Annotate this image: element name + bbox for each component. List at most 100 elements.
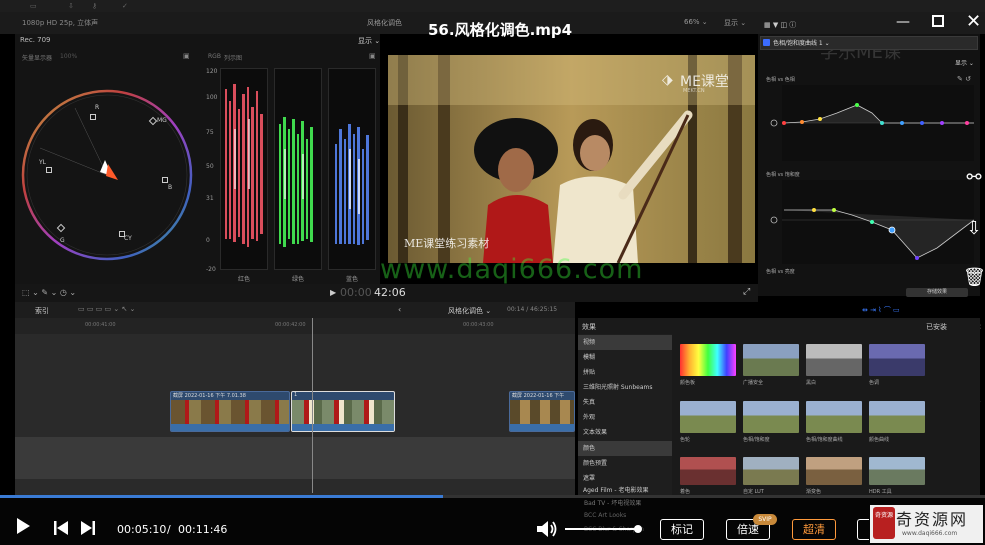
ruler-timecode: 00:00:43:00 [463, 322, 494, 328]
volume-icon[interactable] [537, 520, 557, 538]
project-name[interactable]: 风格化调色 ⌄ [448, 306, 491, 316]
eyedropper-icon[interactable]: ✎ ↺ [957, 75, 971, 83]
effect-thumb[interactable] [806, 457, 862, 485]
channel-label: 红色 [238, 276, 251, 283]
target-b: B [168, 184, 173, 191]
maximize-icon[interactable] [932, 15, 944, 27]
rgb-parade-label: RGB [208, 53, 221, 60]
quality-button[interactable]: 超清 [792, 519, 836, 540]
ruler-timecode: 00:00:41:00 [85, 322, 116, 328]
effect-thumb[interactable] [680, 401, 736, 433]
key-icon[interactable]: ⚷ [92, 2, 106, 10]
effect-thumb[interactable] [680, 344, 736, 376]
target-box-yl [46, 167, 52, 173]
effect-category[interactable]: 文本效果 [578, 425, 672, 440]
clip-thumbnails [171, 400, 289, 424]
logo-url: www.daqi666.com [902, 530, 958, 537]
inspector-tab-icons[interactable]: ▦ ▼ ◫ ⓘ [764, 20, 796, 30]
minimize-icon[interactable]: — [896, 14, 910, 30]
timeline-tool-icons[interactable]: ▭ ▭ ▭ ▭ ⌄ ↖ ⌄ [78, 305, 135, 313]
brand-logo-icon: ⬗ [662, 72, 673, 88]
axis-tick: 50 [206, 163, 214, 170]
effect-category[interactable]: 视频 [578, 335, 672, 350]
clip-audio [292, 424, 394, 431]
effect-category[interactable]: 颜色预置 [578, 456, 672, 471]
zoom-dropdown[interactable]: 66% ⌄ [684, 18, 708, 26]
effect-thumb[interactable] [806, 344, 862, 376]
waveform-red [220, 68, 268, 270]
player-controls [0, 498, 985, 545]
video-title: 56.风格化调色.mp4 [428, 21, 573, 39]
brand-subtitle: MEKT.CN [683, 88, 705, 94]
hue-vs-hue-curve[interactable] [762, 85, 977, 161]
library-icon[interactable]: ▭ [30, 2, 44, 10]
effect-category[interactable]: 失真 [578, 395, 672, 410]
effect-category[interactable]: 外观 [578, 410, 672, 425]
timeline-right-icons[interactable]: ⇹ ⇥ ⌇ ⌒ ▭ [862, 305, 900, 315]
effect-thumb[interactable] [680, 457, 736, 485]
scope-settings-icon[interactable]: ▣ [183, 52, 190, 60]
effect-thumb[interactable] [743, 344, 799, 376]
playhead[interactable] [312, 318, 313, 493]
clip-audio [171, 424, 289, 431]
volume-knob[interactable] [634, 525, 642, 533]
play-icon[interactable] [17, 518, 30, 534]
effect-thumb[interactable] [743, 401, 799, 433]
timeline-back-icon[interactable]: ‹ [398, 305, 401, 314]
share-icon[interactable]: ⚯ [963, 167, 985, 189]
effect-name: 渐变色 [806, 489, 822, 495]
effect-title[interactable]: 色相/饱和度曲线 1 ⌄ [773, 38, 830, 47]
close-icon[interactable]: ✕ [966, 11, 981, 32]
effect-name: 颜色曲线 [869, 437, 890, 443]
effect-name: 广播安全 [743, 380, 764, 386]
effect-category[interactable]: Bad TV - 坏电视效果 [584, 498, 641, 507]
effect-thumb[interactable] [743, 457, 799, 485]
viewer-play-button[interactable]: ▶ [330, 288, 336, 297]
edit-tools[interactable]: ⬚ ⌄ ✎ ⌄ ◷ ⌄ [22, 288, 76, 297]
effect-thumb[interactable] [806, 401, 862, 433]
effect-thumb[interactable] [869, 457, 925, 485]
curve-display-dropdown[interactable]: 显示 ⌄ [955, 58, 974, 67]
parade-settings-icon[interactable]: ▣ [369, 52, 376, 60]
target-mg: MG [157, 117, 167, 124]
check-icon[interactable]: ✓ [122, 2, 136, 10]
effect-thumb[interactable] [869, 401, 925, 433]
time-separator: / [167, 523, 171, 536]
effect-category[interactable]: 拼贴 [578, 365, 672, 380]
extra-button[interactable] [857, 519, 869, 540]
import-icon[interactable]: ⇩ [68, 2, 82, 10]
effect-category[interactable]: 三维阳光照射 Sunbeams [578, 380, 672, 395]
save-effect-button[interactable]: 存储效果 [906, 288, 968, 297]
timeline-clip[interactable]: 截屏 2022-01-16 下午 [509, 391, 575, 432]
vectorscope-percent: 100% [60, 53, 78, 60]
index-button[interactable]: 索引 [35, 306, 49, 316]
axis-tick: 0 [206, 237, 210, 244]
curve-label-hue-sat: 色相 vs 饱和度 [766, 172, 800, 178]
download-icon[interactable]: ⇩ [963, 218, 985, 240]
volume-slider[interactable] [565, 528, 639, 530]
timeline-clip-selected[interactable]: 1 [291, 391, 395, 432]
effect-category-selected[interactable]: 颜色 [578, 441, 672, 456]
view-dropdown[interactable]: 显示 ⌄ [724, 18, 746, 28]
audio-track-area[interactable] [15, 437, 575, 479]
target-box-cy [119, 231, 125, 237]
installed-filter[interactable]: 已安装 [926, 322, 947, 332]
vectorscope [21, 89, 193, 261]
effect-category[interactable]: BCC Art Looks [584, 512, 626, 519]
next-icon[interactable] [81, 521, 95, 535]
timeline-clip[interactable]: 截屏 2022-01-16 下午 7.01.38 [170, 391, 290, 432]
tag-button[interactable]: 标记 [660, 519, 704, 540]
effect-category[interactable]: 遮罩 [578, 471, 672, 486]
hue-vs-sat-curve[interactable] [762, 180, 977, 264]
effect-thumb[interactable] [869, 344, 925, 376]
trash-icon[interactable]: 🗑 [963, 267, 985, 289]
previous-icon[interactable] [54, 521, 68, 535]
clip-audio [510, 424, 574, 431]
scope-display-dropdown[interactable]: 显示 ⌄ [358, 36, 380, 46]
effect-category[interactable]: 模糊 [578, 350, 672, 365]
axis-tick: 31 [206, 195, 214, 202]
fullscreen-icon[interactable]: ⤢ [743, 287, 750, 297]
effect-enable-checkbox[interactable] [763, 39, 770, 46]
scope-standard-label: Rec. 709 [20, 36, 51, 44]
timecode: 42:06 [374, 286, 406, 299]
